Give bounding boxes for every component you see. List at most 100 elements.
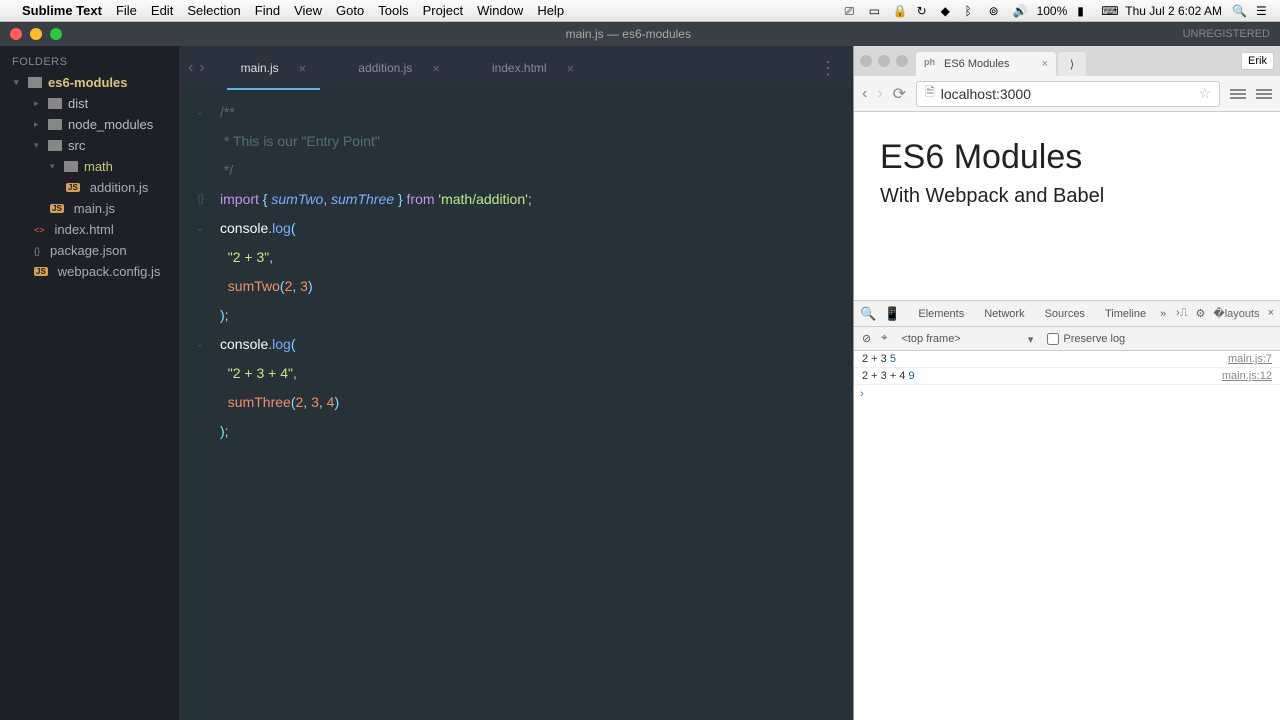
disclosure-icon[interactable]: ▾ [50, 161, 58, 172]
spotlight-icon[interactable]: 🔍 [1232, 4, 1246, 18]
menu-file[interactable]: File [116, 3, 137, 18]
browser-minimize-button[interactable] [878, 55, 890, 67]
tree-item-addition-js[interactable]: addition.js [0, 177, 179, 198]
menu-project[interactable]: Project [423, 3, 463, 18]
browser-maximize-button[interactable] [896, 55, 908, 67]
devtools-dock-icon[interactable]: �layouts [1213, 307, 1259, 320]
tab-menu-icon[interactable]: ⋮ [811, 58, 845, 79]
editor-tab-main-js[interactable]: main.js× [215, 46, 333, 90]
reload-icon[interactable]: ⟳ [893, 84, 906, 104]
window-minimize-button[interactable] [30, 28, 42, 40]
nav-forward-icon[interactable]: › [199, 59, 204, 77]
console-row: 2 + 3 + 4 9main.js:12 [854, 368, 1280, 385]
app-name[interactable]: Sublime Text [22, 3, 102, 18]
menu-help[interactable]: Help [537, 3, 564, 18]
drawer-toggle-icon[interactable]: ›⎍ [1176, 307, 1187, 320]
filter-icon[interactable]: ⌖ [881, 332, 887, 345]
code-editor[interactable]: ⌄/** * This is our "Entry Point" */{}imp… [180, 90, 853, 720]
console-source-link[interactable]: main.js:12 [1222, 370, 1272, 382]
disclosure-icon[interactable]: ▸ [34, 119, 42, 130]
menu-view[interactable]: View [294, 3, 322, 18]
display-icon[interactable]: ▭ [869, 4, 883, 18]
menu-find[interactable]: Find [255, 3, 280, 18]
console-toolbar: ⊘ ⌖ <top frame> Preserve log [854, 327, 1280, 351]
notifications-icon[interactable]: ☰ [1256, 4, 1270, 18]
browser-tab[interactable]: ph ES6 Modules × [916, 52, 1056, 76]
disclosure-icon[interactable]: ▾ [34, 140, 42, 151]
tab-label: index.html [492, 61, 547, 75]
tab-close-icon[interactable]: × [299, 61, 307, 76]
nav-back-icon[interactable]: ‹ [188, 59, 193, 77]
tree-root-label: es6-modules [48, 75, 127, 90]
clear-console-icon[interactable]: ⊘ [862, 332, 871, 345]
bookmark-star-icon[interactable]: ☆ [1198, 85, 1211, 102]
traffic-lights [10, 28, 62, 40]
battery-icon[interactable]: ▮ [1077, 4, 1091, 18]
devtools-tab-elements[interactable]: Elements [908, 301, 974, 327]
disclosure-icon[interactable]: ▾ [14, 77, 22, 88]
menu-edit[interactable]: Edit [151, 3, 173, 18]
screenshare-icon[interactable]: ⎚ [845, 4, 859, 18]
editor-tab-addition-js[interactable]: addition.js× [332, 46, 466, 90]
system-tray: ⎚ ▭ 🔒 ↻ ◆ ᛒ ⊚ 🔊 100% ▮ ⌨ Thu Jul 2 6:02 … [845, 4, 1270, 18]
tree-item-node_modules[interactable]: ▸node_modules [0, 114, 179, 135]
mac-menubar: Sublime Text File Edit Selection Find Vi… [0, 0, 1280, 22]
console-prompt[interactable]: › [854, 385, 1280, 403]
battery-percent[interactable]: 100% [1037, 4, 1068, 18]
browser-user-badge[interactable]: Erik [1241, 52, 1274, 70]
tree-item-package-json[interactable]: package.json [0, 240, 179, 261]
textinput-icon[interactable]: ⌨ [1101, 4, 1115, 18]
tree-item-webpack-config-js[interactable]: webpack.config.js [0, 261, 179, 282]
volume-icon[interactable]: 🔊 [1013, 4, 1027, 18]
tree-item-index-html[interactable]: index.html [0, 219, 179, 240]
devtools-tab-timeline[interactable]: Timeline [1095, 301, 1156, 327]
devtools-more-icon[interactable]: » [1160, 308, 1166, 320]
nav-forward-icon: › [877, 85, 882, 103]
device-icon[interactable]: 📱 [884, 306, 900, 322]
console-output: 2 + 3 5main.js:7 2 + 3 + 4 9main.js:12› [854, 351, 1280, 720]
devtools-settings-icon[interactable]: ⚙ [1196, 307, 1206, 320]
lock-icon[interactable]: 🔒 [893, 4, 907, 18]
browser-menu-icon[interactable] [1230, 89, 1246, 99]
devtools-tab-sources[interactable]: Sources [1035, 301, 1095, 327]
devtools-tab-network[interactable]: Network [974, 301, 1034, 327]
preserve-log-input[interactable] [1047, 333, 1059, 345]
browser-tabbar: ph ES6 Modules × ⟩ Erik [854, 46, 1280, 76]
menu-selection[interactable]: Selection [187, 3, 240, 18]
browser-menu-icon-2[interactable] [1256, 89, 1272, 99]
devtools-close-icon[interactable]: × [1268, 307, 1274, 320]
inspect-icon[interactable]: 🔍 [860, 306, 876, 322]
menu-window[interactable]: Window [477, 3, 523, 18]
console-message: 2 + 3 5 [862, 353, 1228, 365]
tab-close-icon[interactable]: × [432, 61, 440, 76]
tree-item-label: addition.js [90, 180, 149, 195]
browser-close-button[interactable] [860, 55, 872, 67]
window-close-button[interactable] [10, 28, 22, 40]
tree-item-main-js[interactable]: main.js [0, 198, 179, 219]
folder-icon [48, 140, 62, 151]
disclosure-icon[interactable]: ▸ [34, 98, 42, 109]
tab-close-icon[interactable]: × [567, 61, 575, 76]
window-maximize-button[interactable] [50, 28, 62, 40]
tree-item-dist[interactable]: ▸dist [0, 93, 179, 114]
url-input[interactable]: 🗎 localhost:3000 ☆ [916, 81, 1220, 107]
page-content: ES6 Modules With Webpack and Babel [854, 112, 1280, 300]
tab-close-icon[interactable]: × [1042, 58, 1048, 70]
tree-item-src[interactable]: ▾src [0, 135, 179, 156]
nav-back-icon[interactable]: ‹ [862, 85, 867, 103]
menu-tools[interactable]: Tools [378, 3, 408, 18]
tree-root[interactable]: ▾ es6-modules [0, 72, 179, 93]
editor-tab-index-html[interactable]: index.html × [466, 46, 600, 90]
console-source-link[interactable]: main.js:7 [1228, 353, 1272, 365]
menu-goto[interactable]: Goto [336, 3, 364, 18]
bluetooth-icon[interactable]: ᛒ [965, 4, 979, 18]
tree-item-math[interactable]: ▾math [0, 156, 179, 177]
frame-selector[interactable]: <top frame> [897, 331, 1037, 347]
dropbox-icon[interactable]: ◆ [941, 4, 955, 18]
new-tab-button[interactable]: ⟩ [1058, 52, 1086, 76]
wifi-icon[interactable]: ⊚ [989, 4, 1003, 18]
preserve-log-checkbox[interactable]: Preserve log [1047, 333, 1125, 345]
folder-sidebar: FOLDERS ▾ es6-modules ▸dist▸node_modules… [0, 46, 180, 720]
timemachine-icon[interactable]: ↻ [917, 4, 931, 18]
clock[interactable]: Thu Jul 2 6:02 AM [1125, 4, 1222, 18]
